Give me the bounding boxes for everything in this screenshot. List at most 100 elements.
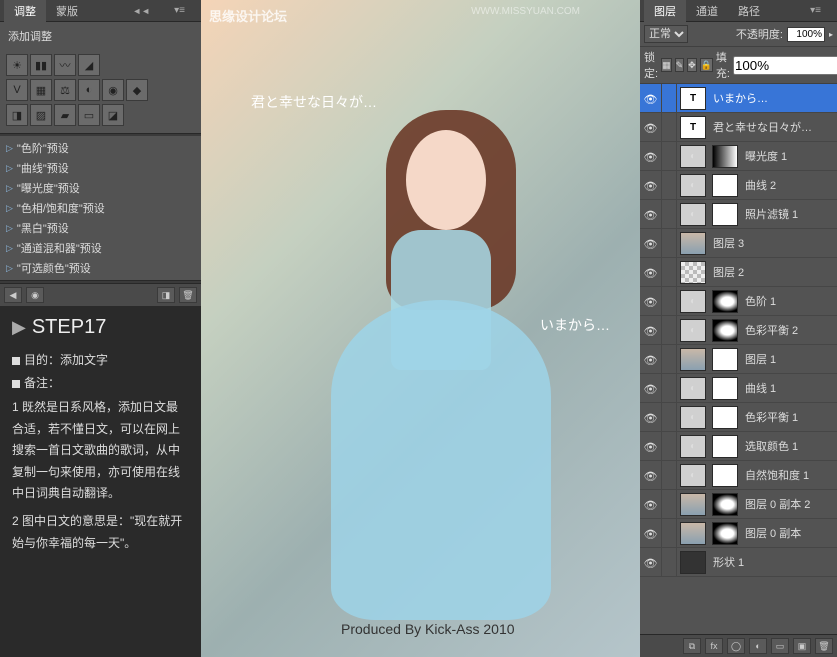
layer-row[interactable]: 👁◐自然饱和度 1 xyxy=(640,461,837,490)
layer-thumb[interactable] xyxy=(680,551,706,574)
invert-icon[interactable]: ◨ xyxy=(6,104,28,126)
preset-channel[interactable]: ▷"通道混和器"预设 xyxy=(0,238,201,258)
layer-row[interactable]: 👁◐曝光度 1 xyxy=(640,142,837,171)
lock-position-icon[interactable]: ✥ xyxy=(687,58,697,72)
gradient-map-icon[interactable]: ▭ xyxy=(78,104,100,126)
layers-menu-icon[interactable]: ▾≡ xyxy=(800,2,831,19)
layer-row[interactable]: 👁图层 2 xyxy=(640,258,837,287)
preset-bw[interactable]: ▷"黑白"预设 xyxy=(0,218,201,238)
levels-icon[interactable]: ▮▮ xyxy=(30,54,52,76)
layer-row[interactable]: 👁◐色彩平衡 1 xyxy=(640,403,837,432)
exposure-icon[interactable]: ◢ xyxy=(78,54,100,76)
layer-thumb[interactable]: T xyxy=(680,87,706,110)
layer-row[interactable]: 👁◐曲线 2 xyxy=(640,171,837,200)
visibility-toggle[interactable]: 👁 xyxy=(640,519,662,547)
layer-row[interactable]: 👁◐色阶 1 xyxy=(640,287,837,316)
layer-thumb[interactable]: ◐ xyxy=(680,145,706,168)
visibility-toggle[interactable]: 👁 xyxy=(640,200,662,228)
opacity-arrow-icon[interactable]: ▸ xyxy=(829,30,833,39)
vibrance-icon[interactable]: V xyxy=(6,79,28,101)
overlay-text-mid[interactable]: いまから… xyxy=(540,315,610,335)
layer-row[interactable]: 👁图层 0 副本 2 xyxy=(640,490,837,519)
visibility-toggle[interactable]: 👁 xyxy=(640,432,662,460)
adj-foot-trash[interactable]: 🗑 xyxy=(179,287,197,303)
photo-filter-icon[interactable]: ◉ xyxy=(102,79,124,101)
layer-thumb[interactable]: ◐ xyxy=(680,377,706,400)
layer-mask-thumb[interactable] xyxy=(712,522,738,545)
posterize-icon[interactable]: ▨ xyxy=(30,104,52,126)
layer-row[interactable]: 👁Tいまから… xyxy=(640,84,837,113)
fx-icon[interactable]: fx xyxy=(705,638,723,654)
adj-foot-2[interactable]: ◉ xyxy=(26,287,44,303)
threshold-icon[interactable]: ▰ xyxy=(54,104,76,126)
preset-selective[interactable]: ▷"可选颜色"预设 xyxy=(0,258,201,278)
adj-foot-1[interactable]: ◀ xyxy=(4,287,22,303)
tab-masks[interactable]: 蒙版 xyxy=(46,0,88,22)
layer-mask-thumb[interactable] xyxy=(712,203,738,226)
layer-thumb[interactable]: ◐ xyxy=(680,319,706,342)
visibility-toggle[interactable]: 👁 xyxy=(640,345,662,373)
brightness-icon[interactable]: ☀ xyxy=(6,54,28,76)
layer-mask-thumb[interactable] xyxy=(712,435,738,458)
visibility-toggle[interactable]: 👁 xyxy=(640,287,662,315)
color-balance-icon[interactable]: ⚖ xyxy=(54,79,76,101)
fill-input[interactable] xyxy=(733,56,837,75)
visibility-toggle[interactable]: 👁 xyxy=(640,490,662,518)
layer-thumb[interactable] xyxy=(680,522,706,545)
visibility-toggle[interactable]: 👁 xyxy=(640,171,662,199)
layer-thumb[interactable] xyxy=(680,261,706,284)
collapse-icon[interactable]: ◄◄ xyxy=(122,3,160,19)
visibility-toggle[interactable]: 👁 xyxy=(640,229,662,257)
layer-mask-thumb[interactable] xyxy=(712,406,738,429)
hue-sat-icon[interactable]: ▦ xyxy=(30,79,52,101)
link-layers-icon[interactable]: ⧉ xyxy=(683,638,701,654)
visibility-toggle[interactable]: 👁 xyxy=(640,316,662,344)
curves-icon[interactable]: 〰 xyxy=(54,54,76,76)
add-mask-icon[interactable]: ◯ xyxy=(727,638,745,654)
layer-row[interactable]: 👁图层 1 xyxy=(640,345,837,374)
layer-thumb[interactable]: T xyxy=(680,116,706,139)
layer-mask-thumb[interactable] xyxy=(712,464,738,487)
layer-row[interactable]: 👁◐选取颜色 1 xyxy=(640,432,837,461)
trash-icon[interactable]: 🗑 xyxy=(815,638,833,654)
preset-levels[interactable]: ▷"色阶"预设 xyxy=(0,138,201,158)
tab-channels[interactable]: 通道 xyxy=(686,0,728,22)
layer-thumb[interactable] xyxy=(680,493,706,516)
visibility-toggle[interactable]: 👁 xyxy=(640,403,662,431)
visibility-toggle[interactable]: 👁 xyxy=(640,374,662,402)
visibility-toggle[interactable]: 👁 xyxy=(640,142,662,170)
layer-thumb[interactable]: ◐ xyxy=(680,464,706,487)
layer-row[interactable]: 👁◐曲线 1 xyxy=(640,374,837,403)
visibility-toggle[interactable]: 👁 xyxy=(640,84,662,112)
layer-mask-thumb[interactable] xyxy=(712,377,738,400)
panel-menu-icon[interactable]: ▾≡ xyxy=(164,2,195,19)
visibility-toggle[interactable]: 👁 xyxy=(640,461,662,489)
layer-mask-thumb[interactable] xyxy=(712,319,738,342)
preset-exposure[interactable]: ▷"曝光度"预设 xyxy=(0,178,201,198)
layer-thumb[interactable]: ◐ xyxy=(680,290,706,313)
layer-thumb[interactable]: ◐ xyxy=(680,435,706,458)
layer-mask-thumb[interactable] xyxy=(712,174,738,197)
new-adj-icon[interactable]: ◐ xyxy=(749,638,767,654)
blend-mode-select[interactable]: 正常 xyxy=(644,25,688,43)
visibility-toggle[interactable]: 👁 xyxy=(640,113,662,141)
tab-adjustments[interactable]: 调整 xyxy=(4,0,46,22)
layer-thumb[interactable] xyxy=(680,232,706,255)
layer-row[interactable]: 👁图层 3 xyxy=(640,229,837,258)
preset-hue[interactable]: ▷"色相/饱和度"预设 xyxy=(0,198,201,218)
layer-thumb[interactable]: ◐ xyxy=(680,203,706,226)
layer-thumb[interactable]: ◐ xyxy=(680,406,706,429)
layer-row[interactable]: 👁T君と幸せな日々が… xyxy=(640,113,837,142)
canvas[interactable]: 思缘设计论坛 WWW.MISSYUAN.COM 君と幸せな日々が… いまから… … xyxy=(201,0,640,657)
new-group-icon[interactable]: ▭ xyxy=(771,638,789,654)
layer-mask-thumb[interactable] xyxy=(712,145,738,168)
visibility-toggle[interactable]: 👁 xyxy=(640,258,662,286)
new-layer-icon[interactable]: ▣ xyxy=(793,638,811,654)
visibility-toggle[interactable]: 👁 xyxy=(640,548,662,576)
layer-row[interactable]: 👁形状 1 xyxy=(640,548,837,577)
lock-pixels-icon[interactable]: ✎ xyxy=(675,58,685,72)
layer-thumb[interactable] xyxy=(680,348,706,371)
layer-row[interactable]: 👁◐照片滤镜 1 xyxy=(640,200,837,229)
selective-color-icon[interactable]: ◪ xyxy=(102,104,124,126)
layer-thumb[interactable]: ◐ xyxy=(680,174,706,197)
